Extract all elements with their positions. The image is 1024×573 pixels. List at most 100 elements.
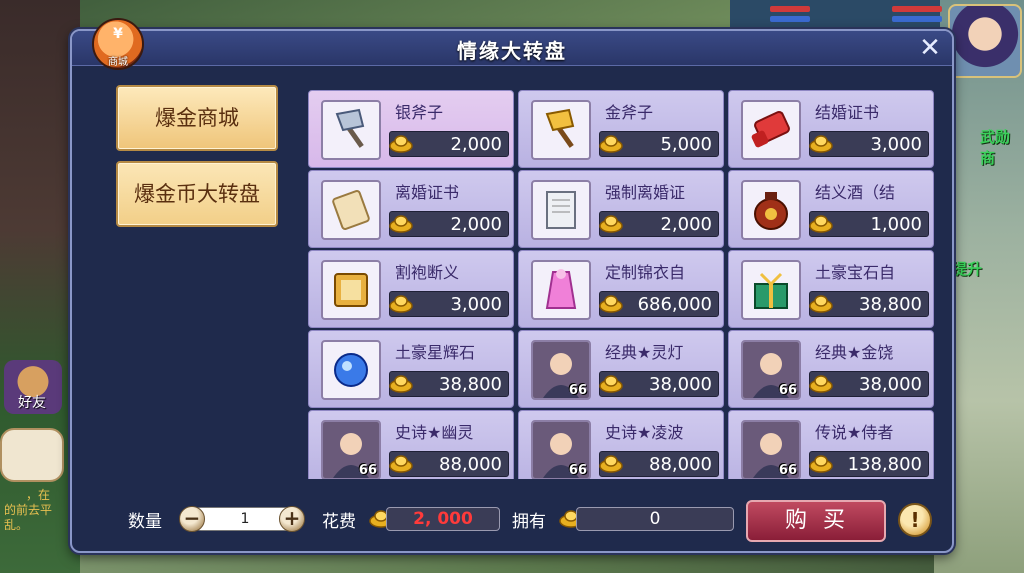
tab-gold-mall[interactable]: 爆金商城 [116, 85, 278, 151]
shop-item[interactable]: 金斧子 5,000 [518, 90, 724, 168]
price-bar: 2,000 [389, 211, 509, 237]
shop-item[interactable]: 66 经典★灵灯 38,000 [518, 330, 724, 408]
item-level: 66 [568, 383, 587, 398]
shop-item[interactable]: 土豪宝石自 38,800 [728, 250, 934, 328]
hero-portrait-icon: 66 [531, 340, 591, 400]
price-bar: 3,000 [389, 291, 509, 317]
item-name: 结婚证书 [815, 103, 880, 121]
price-bar: 3,000 [809, 131, 929, 157]
shop-item[interactable]: 66 经典★金饶 38,000 [728, 330, 934, 408]
price-bar: 138,800 [809, 451, 929, 477]
price-bar: 88,000 [389, 451, 509, 477]
shop-item[interactable]: 银斧子 2,000 [308, 90, 514, 168]
chat-bubble-icon[interactable] [0, 428, 64, 482]
item-name: 定制锦衣自 [605, 263, 686, 281]
gold-coin-icon [809, 375, 833, 393]
quantity-plus-button[interactable]: + [279, 506, 305, 532]
shop-item[interactable]: 结义酒（结 1,000 [728, 170, 934, 248]
price-bar: 686,000 [599, 291, 719, 317]
price-bar: 38,000 [809, 371, 929, 397]
price-bar: 88,000 [599, 451, 719, 477]
wheel-shop-panel: 情缘大转盘 ✕ 爆金商城 爆金币大转盘 银斧子 2,000 金斧子 5,000 结婚证书… [70, 29, 954, 553]
item-price: 3,000 [870, 134, 922, 155]
close-button[interactable]: ✕ [916, 34, 944, 62]
wine-jar-icon [741, 180, 801, 240]
gold-coin-icon [599, 135, 623, 153]
item-name: 史诗★凌波 [605, 423, 684, 441]
price-bar: 2,000 [389, 131, 509, 157]
buy-button[interactable]: 购买 [746, 500, 886, 542]
shop-item[interactable]: 66 史诗★凌波 88,000 [518, 410, 724, 479]
price-bar: 38,800 [809, 291, 929, 317]
cost-field: 2, 000 [386, 507, 500, 531]
gold-coin-icon [389, 215, 413, 233]
item-name: 离婚证书 [395, 183, 460, 201]
item-name: 史诗★幽灵 [395, 423, 474, 441]
gem-gift-box-icon [741, 260, 801, 320]
gold-axe-icon [531, 100, 591, 160]
owned-label: 拥有 [512, 512, 546, 532]
item-level: 66 [778, 463, 797, 478]
shop-item[interactable]: 离婚证书 2,000 [308, 170, 514, 248]
price-bar: 38,800 [389, 371, 509, 397]
marriage-scroll-icon [741, 100, 801, 160]
shop-item[interactable]: 土豪星辉石 38,800 [308, 330, 514, 408]
hp-bar-2 [892, 6, 942, 12]
item-price: 38,800 [859, 294, 922, 315]
gold-coin-icon [809, 135, 833, 153]
info-button[interactable]: ! [898, 503, 932, 537]
tab-gold-coin-wheel[interactable]: 爆金币大转盘 [116, 161, 278, 227]
gold-coin-icon [599, 215, 623, 233]
shop-item[interactable]: 结婚证书 3,000 [728, 90, 934, 168]
mp-bar [770, 16, 810, 22]
gold-coin-icon [809, 295, 833, 313]
quantity-label: 数量 [128, 512, 162, 532]
gold-coin-icon [809, 215, 833, 233]
silver-axe-icon [321, 100, 381, 160]
shop-badge-label: 商城 [108, 57, 128, 68]
mp-bar-2 [892, 16, 942, 22]
shop-badge-icon[interactable]: ¥ 商城 [92, 18, 144, 70]
gold-coin-icon [809, 455, 833, 473]
item-name: 经典★灵灯 [605, 343, 684, 361]
shop-item[interactable]: 66 史诗★幽灵 88,000 [308, 410, 514, 479]
item-price: 38,800 [439, 374, 502, 395]
item-name: 金斧子 [605, 103, 654, 121]
item-level: 66 [778, 383, 797, 398]
chat-mid-text: ，在 [26, 488, 51, 502]
panel-title: 情缘大转盘 [457, 39, 567, 63]
hud-top-bar [730, 0, 940, 30]
item-price: 5,000 [660, 134, 712, 155]
price-bar: 2,000 [599, 211, 719, 237]
shop-item[interactable]: 定制锦衣自 686,000 [518, 250, 724, 328]
item-price: 38,000 [859, 374, 922, 395]
shop-item[interactable]: 强制离婚证 2,000 [518, 170, 724, 248]
cost-value: 2, 000 [413, 509, 473, 529]
player-avatar[interactable] [948, 4, 1022, 78]
item-price: 3,000 [450, 294, 502, 315]
quantity-minus-button[interactable]: − [179, 506, 205, 532]
hero-portrait-icon: 66 [321, 420, 381, 479]
shop-item[interactable]: 割袍断义 3,000 [308, 250, 514, 328]
chat-text: ，在 的前去平乱。 [4, 488, 70, 533]
item-price: 2,000 [450, 214, 502, 235]
item-price: 138,800 [847, 454, 922, 475]
item-price: 1,000 [870, 214, 922, 235]
item-level: 66 [358, 463, 377, 478]
hero-portrait-icon: 66 [741, 420, 801, 479]
item-name: 土豪宝石自 [815, 263, 896, 281]
item-price: 686,000 [637, 294, 712, 315]
blue-star-gem-icon [321, 340, 381, 400]
gold-coin-icon [599, 295, 623, 313]
gold-coin-icon [389, 375, 413, 393]
owned-field: 0 [576, 507, 734, 531]
side-text-2: 提升 [952, 260, 983, 278]
item-name: 银斧子 [395, 103, 444, 121]
cost-label: 花费 [322, 512, 356, 532]
chat-line: 的前去平乱。 [4, 503, 53, 532]
hp-bar [770, 6, 810, 12]
shop-item[interactable]: 66 传说★侍者 138,800 [728, 410, 934, 479]
gold-coin-icon [389, 295, 413, 313]
price-bar: 5,000 [599, 131, 719, 157]
yen-symbol: ¥ [113, 26, 123, 42]
